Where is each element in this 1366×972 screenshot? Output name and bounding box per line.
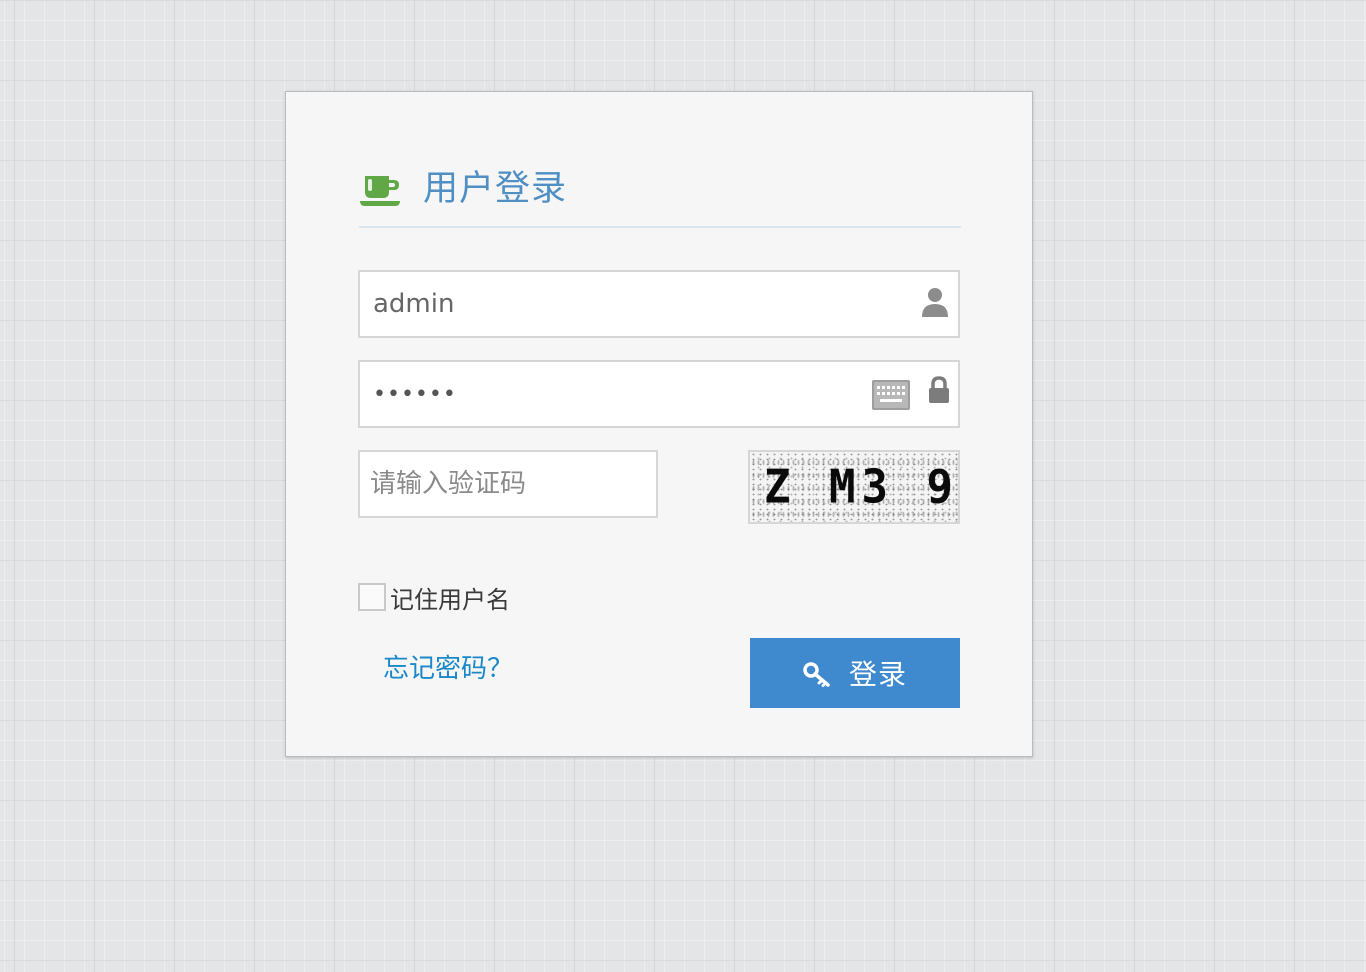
login-header: 用户登录 <box>359 162 961 228</box>
captcha-image[interactable]: Z M3 9 <box>748 450 960 524</box>
username-input[interactable] <box>360 272 958 336</box>
page-title: 用户登录 <box>423 169 568 209</box>
username-field <box>358 270 960 338</box>
captcha-text: Z M3 9 <box>764 460 959 515</box>
password-input[interactable] <box>360 362 958 426</box>
coffee-cup-icon <box>360 176 400 206</box>
forgot-password-link[interactable]: 忘记密码？ <box>383 648 513 685</box>
remember-label: 记住用户名 <box>390 585 510 614</box>
captcha-field <box>358 450 658 518</box>
password-field <box>358 360 960 428</box>
user-icon <box>922 288 948 317</box>
keyboard-icon[interactable] <box>872 380 910 410</box>
lock-icon <box>929 376 949 403</box>
login-button[interactable]: 登录 <box>750 638 960 708</box>
login-panel: 用户登录 Z M3 9 记住用户名 <box>285 91 1033 757</box>
remember-username[interactable]: 记住用户名 <box>358 580 510 614</box>
login-button-label: 登录 <box>848 658 907 691</box>
captcha-input[interactable] <box>360 452 656 516</box>
remember-checkbox[interactable] <box>358 583 386 611</box>
key-icon <box>803 662 830 687</box>
